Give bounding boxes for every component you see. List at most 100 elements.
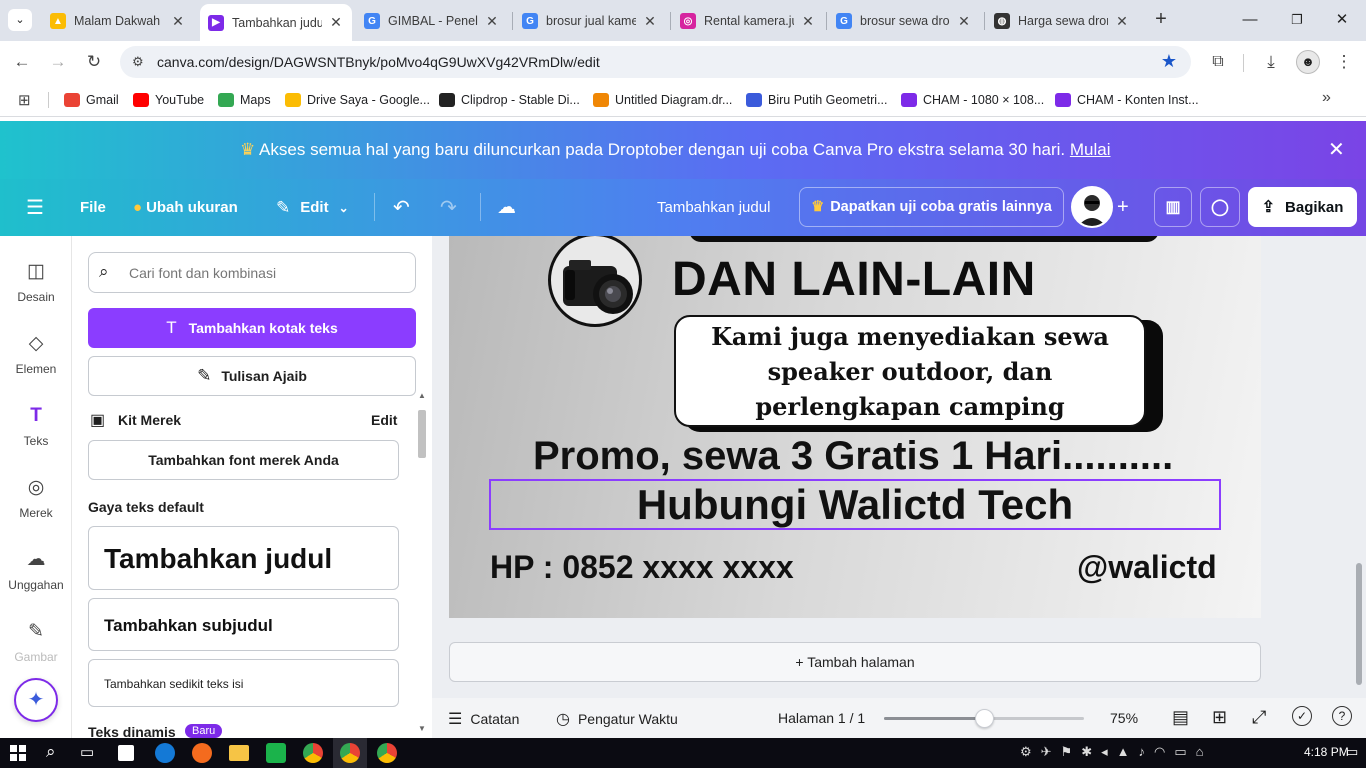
design-title[interactable]: Tambahkan judul	[657, 179, 770, 236]
share-button[interactable]: ⇪ Bagikan	[1248, 187, 1357, 227]
rail-item-unggahan[interactable]: ☁ Unggahan	[0, 548, 72, 592]
zoom-slider[interactable]	[884, 709, 1084, 728]
task-view-icon[interactable]: ▭	[80, 743, 94, 761]
add-brand-font-button[interactable]: Tambahkan font merek Anda	[88, 440, 399, 480]
headline-other-items[interactable]: DAN LAIN-LAIN	[672, 252, 1036, 307]
panel-scrollbar[interactable]: ▲ ▼	[417, 391, 427, 736]
notes-button[interactable]: ☰ Catatan	[448, 709, 519, 729]
close-window-button[interactable]: ✕	[1320, 8, 1364, 32]
zoom-level[interactable]: 75%	[1110, 710, 1138, 726]
camera-image[interactable]	[548, 236, 642, 327]
page-indicator[interactable]: Halaman 1 / 1	[778, 710, 865, 726]
insights-button[interactable]: ▥	[1154, 187, 1192, 227]
promo-link[interactable]: Mulai	[1070, 140, 1111, 159]
browser-tab[interactable]: ▲ Malam Dakwah - ✕	[42, 6, 194, 36]
zoom-slider-thumb[interactable]	[975, 709, 994, 728]
scroll-down-icon[interactable]: ▼	[418, 724, 426, 733]
redo-icon[interactable]: ↷	[440, 179, 457, 236]
cloud-saved-icon[interactable]: ☁	[497, 179, 516, 236]
help-icon[interactable]: ?	[1332, 706, 1352, 726]
scroll-up-icon[interactable]: ▲	[418, 391, 426, 400]
reload-button[interactable]: ↻	[82, 50, 106, 74]
bookmark-item[interactable]: CHAM - Konten Inst...	[1055, 91, 1199, 109]
canvas-scrollbar[interactable]	[1356, 563, 1362, 685]
bookmark-item[interactable]: Clipdrop - Stable Di...	[439, 91, 580, 109]
bookmark-item[interactable]: Maps	[218, 91, 271, 109]
new-tab-button[interactable]: +	[1150, 9, 1172, 31]
close-tab-icon[interactable]: ✕	[1114, 13, 1130, 30]
menu-kebab-icon[interactable]: ⋮	[1332, 50, 1356, 74]
contact-line-selected[interactable]: Hubungi Walictd Tech	[489, 479, 1221, 530]
green-app-icon[interactable]	[266, 743, 286, 763]
omnibox[interactable]: ⚙ canva.com/design/DAGWSNTBnyk/poMvo4qG9…	[120, 46, 1191, 78]
phone-line[interactable]: HP : 0852 xxxx xxxx	[490, 549, 794, 586]
bookmark-item[interactable]: YouTube	[133, 91, 204, 109]
close-tab-icon[interactable]: ✕	[484, 13, 500, 30]
firefox-icon[interactable]	[192, 743, 212, 763]
close-tab-icon[interactable]: ✕	[800, 13, 816, 30]
apps-grid-icon[interactable]: ⊞	[18, 91, 31, 109]
file-explorer-icon[interactable]	[229, 745, 249, 761]
trial-button[interactable]: ♛ Dapatkan uji coba gratis lainnya	[799, 187, 1064, 227]
close-tab-icon[interactable]: ✕	[170, 13, 186, 30]
rail-item-teks[interactable]: T Teks	[0, 404, 72, 448]
search-input[interactable]: Cari font dan kombinasi	[129, 265, 276, 281]
close-tab-icon[interactable]: ✕	[642, 13, 658, 30]
windows-start-icon[interactable]	[10, 745, 26, 761]
comments-button[interactable]: ◯	[1200, 187, 1240, 227]
edge-icon[interactable]	[155, 743, 175, 763]
bookmark-star-icon[interactable]: ★	[1161, 51, 1177, 72]
magic-write-button[interactable]: ✎ Tulisan Ajaib	[88, 356, 416, 396]
fullscreen-icon[interactable]: ⤢	[1252, 707, 1266, 728]
resize-button[interactable]: ● Ubah ukuran	[133, 179, 238, 236]
hamburger-menu-icon[interactable]: ☰	[26, 179, 44, 236]
scroll-thumb[interactable]	[418, 410, 426, 458]
bookmark-item[interactable]: CHAM - 1080 × 108...	[901, 91, 1044, 109]
info-bubble[interactable]: Kami juga menyediakan sewa speaker outdo…	[674, 315, 1146, 427]
add-page-button[interactable]: + Tambah halaman	[449, 642, 1261, 682]
extensions-icon[interactable]: ⧉	[1206, 50, 1230, 74]
chrome-icon[interactable]	[303, 743, 323, 763]
rail-item-gambar[interactable]: ✎ Gambar	[0, 620, 72, 664]
browser-tab[interactable]: ◎ Rental kamera.ju ✕	[672, 6, 824, 36]
minimize-button[interactable]: —	[1228, 8, 1272, 32]
check-icon[interactable]: ✓	[1292, 706, 1312, 726]
rail-item-merek[interactable]: ◎ Merek	[0, 476, 72, 520]
grid-view-icon[interactable]: ▤	[1172, 707, 1189, 728]
notification-icon[interactable]: ▭	[1346, 744, 1358, 760]
browser-tab[interactable]: ◍ Harga sewa dron ✕	[986, 6, 1138, 36]
subheading-style[interactable]: Tambahkan subjudul	[88, 598, 399, 651]
bookmark-item[interactable]: Gmail	[64, 91, 119, 109]
tab-search-button[interactable]: ⌄	[8, 9, 32, 31]
add-collaborator-icon[interactable]: +	[1117, 179, 1129, 236]
handle-line[interactable]: @walictd	[1077, 549, 1217, 586]
file-menu[interactable]: File	[80, 179, 106, 236]
magic-assistant-button[interactable]: ✦	[14, 678, 58, 722]
undo-icon[interactable]: ↶	[393, 179, 410, 236]
heading-style[interactable]: Tambahkan judul	[88, 526, 399, 590]
edit-menu[interactable]: ✎ Edit ⌄	[276, 179, 349, 236]
promo-line[interactable]: Promo, sewa 3 Gratis 1 Hari..........	[533, 434, 1173, 479]
close-tab-icon[interactable]: ✕	[956, 13, 972, 30]
back-button[interactable]: ←	[10, 50, 34, 74]
brand-kit-edit-link[interactable]: Edit	[371, 412, 397, 428]
site-info-icon[interactable]: ⚙	[132, 54, 144, 70]
browser-tab[interactable]: ▶ Tambahkan judu ✕	[200, 4, 352, 41]
store-icon[interactable]	[118, 745, 134, 761]
browser-tab[interactable]: G GIMBAL - Penelu ✕	[356, 6, 508, 36]
body-style[interactable]: Tambahkan sedikit teks isi	[88, 659, 399, 707]
search-icon[interactable]: ⌕	[46, 742, 56, 762]
chrome-icon[interactable]	[340, 743, 360, 763]
maximize-button[interactable]: ❐	[1275, 8, 1319, 32]
chrome-icon[interactable]	[377, 743, 397, 763]
bookmark-item[interactable]: Drive Saya - Google...	[285, 91, 430, 109]
profile-avatar[interactable]: ☻	[1296, 50, 1320, 74]
rail-item-elemen[interactable]: ◇ Elemen	[0, 332, 72, 376]
browser-tab[interactable]: Gbrosur jual kame ✕	[514, 6, 666, 36]
bookmark-item[interactable]: Untitled Diagram.dr...	[593, 91, 732, 109]
add-textbox-button[interactable]: T Tambahkan kotak teks	[88, 308, 416, 348]
browser-tab[interactable]: Gbrosur sewa dro ✕	[828, 6, 980, 36]
bookmark-item[interactable]: Biru Putih Geometri...	[746, 91, 888, 109]
thumbnail-view-icon[interactable]: ⊞	[1212, 707, 1227, 728]
forward-button[interactable]: →	[46, 50, 70, 74]
